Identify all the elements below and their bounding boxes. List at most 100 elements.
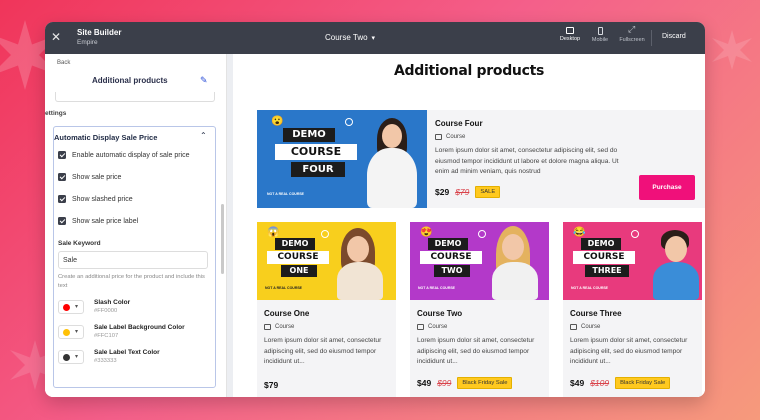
emoji-icon: 😍 xyxy=(420,227,433,238)
course-icon xyxy=(570,324,577,330)
color-picker[interactable]: ▾ xyxy=(58,300,84,314)
person-head xyxy=(502,234,524,260)
device-mobile-button[interactable]: Mobile xyxy=(585,27,615,43)
person-head xyxy=(347,236,369,262)
checkbox-icon[interactable] xyxy=(58,217,66,225)
top-bar: ✕ Site Builder Empire Course Two ▾ Deskto… xyxy=(45,22,705,54)
section-heading: Additional products xyxy=(92,76,168,85)
circle-decoration xyxy=(321,230,329,238)
color-hex: #FFC107 xyxy=(94,333,119,339)
product-name: Course One xyxy=(264,309,310,318)
input-field-edge xyxy=(55,92,215,102)
sale-label-bg-color-setting: ▾ Sale Label Background Color #FFC107 xyxy=(58,324,208,344)
thumb-line: COURSE xyxy=(275,144,357,160)
product-name: Course Two xyxy=(417,309,463,318)
desktop-icon xyxy=(566,27,574,34)
sale-badge: Black Friday Sale xyxy=(615,377,671,389)
settings-label: ettings xyxy=(45,110,67,117)
sale-keyword-help: Create an additional price for the produ… xyxy=(58,274,205,289)
chevron-down-icon: ▾ xyxy=(75,329,79,335)
product-price-row: $29 $79 SALE xyxy=(435,186,501,198)
color-picker[interactable]: ▾ xyxy=(58,325,84,339)
color-hex: #FF0000 xyxy=(94,308,118,314)
emoji-icon: 😮 xyxy=(271,116,284,127)
sale-price-panel: Automatic Display Sale Price ⌃ Enable au… xyxy=(53,126,216,388)
person-body xyxy=(367,148,417,208)
discard-button[interactable]: Discard xyxy=(662,33,686,40)
course-icon xyxy=(417,324,424,330)
slash-color-setting: ▾ Slash Color #FF0000 xyxy=(58,299,208,319)
fullscreen-icon xyxy=(628,24,636,35)
sale-badge: SALE xyxy=(475,186,501,198)
color-picker[interactable]: ▾ xyxy=(58,350,84,364)
thumb-caption: NOT A REAL COURSE xyxy=(571,286,609,290)
person-body xyxy=(337,262,383,300)
app-title: Site Builder xyxy=(77,28,122,37)
checkbox-label: Show sale price label xyxy=(72,217,139,225)
product-type-label: Course xyxy=(446,134,466,140)
device-desktop-button[interactable]: Desktop xyxy=(555,27,585,42)
back-link[interactable]: Back xyxy=(57,60,70,66)
circle-decoration xyxy=(631,230,639,238)
edit-icon[interactable]: ✎ xyxy=(200,75,208,86)
color-swatch xyxy=(63,329,70,336)
person-body xyxy=(653,262,699,300)
checkbox-label: Enable automatic display of sale price xyxy=(72,151,190,159)
thumb-line: COURSE xyxy=(267,251,329,264)
product-price-row: $79 xyxy=(264,380,278,390)
product-type-label: Course xyxy=(428,324,448,330)
checkbox-enable-sale-price[interactable]: Enable automatic display of sale price xyxy=(58,151,190,159)
sale-price: $29 xyxy=(435,187,450,197)
fullscreen-button[interactable]: Fullscreen xyxy=(617,24,647,43)
sale-keyword-input[interactable]: Sale xyxy=(58,251,208,269)
thumb-line: FOUR xyxy=(291,162,345,177)
thumb-line: ONE xyxy=(281,265,317,277)
thumb-line: THREE xyxy=(585,265,629,277)
thumb-caption: NOT A REAL COURSE xyxy=(418,286,456,290)
sale-keyword-label: Sale Keyword xyxy=(58,240,101,247)
product-type: Course xyxy=(264,324,294,330)
checkbox-show-sale-label[interactable]: Show sale price label xyxy=(58,217,138,225)
featured-product-card: 😮 DEMO COURSE FOUR NOT A REAL COURSE Cou… xyxy=(257,110,705,208)
page-selector[interactable]: Course Two ▾ xyxy=(325,33,375,42)
person-body xyxy=(492,262,538,300)
product-card: 😂 DEMO COURSE THREE NOT A REAL COURSE Co… xyxy=(563,222,702,397)
device-label: Fullscreen xyxy=(619,37,645,43)
preview-canvas: Additional products 😮 DEMO COURSE FOUR N… xyxy=(233,54,705,397)
page-preview: Additional products 😮 DEMO COURSE FOUR N… xyxy=(227,54,705,397)
product-card: 😱 DEMO COURSE ONE NOT A REAL COURSE Cour… xyxy=(257,222,396,397)
person-head xyxy=(382,124,402,148)
checkbox-label: Show sale price xyxy=(72,173,122,181)
purchase-button[interactable]: Purchase xyxy=(639,175,695,200)
course-four-thumbnail: 😮 DEMO COURSE FOUR NOT A REAL COURSE xyxy=(257,110,427,208)
thumb-line: DEMO xyxy=(275,238,315,250)
device-label: Desktop xyxy=(559,36,581,42)
sale-label-text-color-setting: ▾ Sale Label Text Color #333333 xyxy=(58,349,208,369)
preview-title: Additional products xyxy=(393,63,545,79)
circle-decoration xyxy=(478,230,486,238)
panel-title[interactable]: Automatic Display Sale Price xyxy=(54,133,157,142)
close-icon[interactable]: ✕ xyxy=(51,30,61,44)
settings-sidebar: Back Additional products ✎ ettings Autom… xyxy=(45,54,227,397)
chevron-down-icon: ▾ xyxy=(75,354,79,360)
chevron-down-icon: ▾ xyxy=(75,304,79,310)
product-description: Lorem ipsum dolor sit amet, consectetur … xyxy=(264,337,382,366)
thumb-caption: NOT A REAL COURSE xyxy=(267,192,305,196)
product-name: Course Four xyxy=(435,119,483,128)
checkbox-show-slashed-price[interactable]: Show slashed price xyxy=(58,195,133,203)
checkbox-icon[interactable] xyxy=(58,173,66,181)
thumb-line: TWO xyxy=(434,265,470,277)
product-description: Lorem ipsum dolor sit amet, consectetur … xyxy=(417,337,535,366)
checkbox-icon[interactable] xyxy=(58,195,66,203)
sidebar-scrollbar[interactable] xyxy=(221,204,224,274)
product-price-row: $49 $109 Black Friday Sale xyxy=(570,377,671,389)
thumb-line: COURSE xyxy=(573,251,635,264)
site-name: Empire xyxy=(77,39,98,46)
mobile-icon xyxy=(597,27,603,35)
product-card: 😍 DEMO COURSE TWO NOT A REAL COURSE Cour… xyxy=(410,222,549,397)
chevron-down-icon: ▾ xyxy=(371,35,376,42)
checkbox-label: Show slashed price xyxy=(72,195,133,203)
checkbox-show-sale-price[interactable]: Show sale price xyxy=(58,173,121,181)
checkbox-icon[interactable] xyxy=(58,151,66,159)
chevron-up-icon[interactable]: ⌃ xyxy=(200,131,207,140)
